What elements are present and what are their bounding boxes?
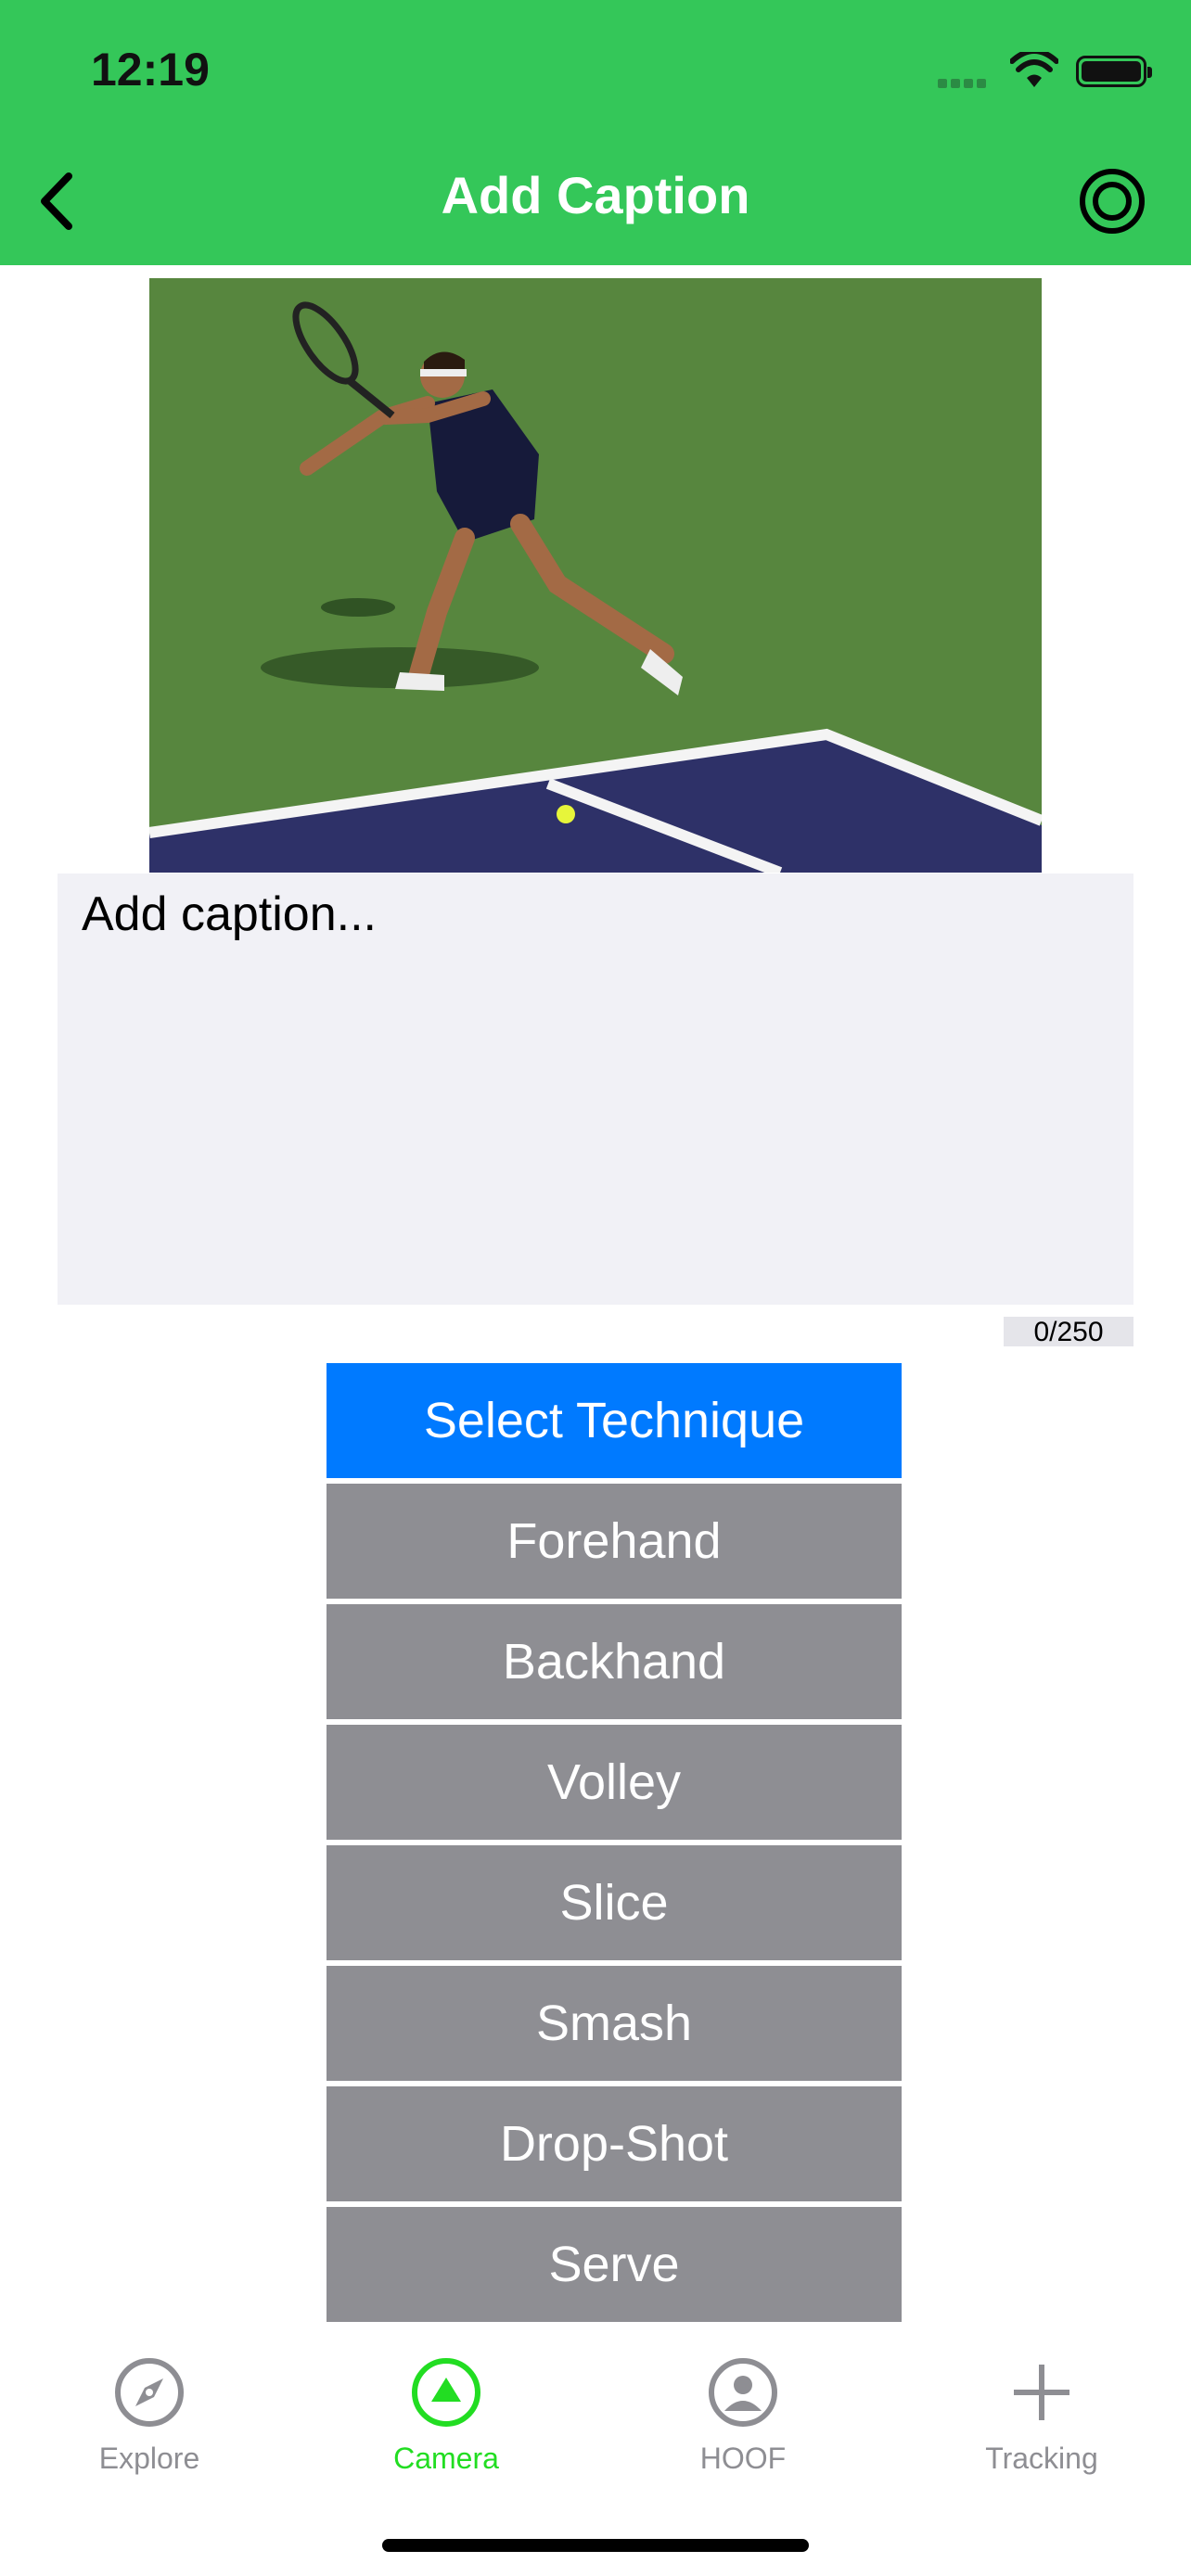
page-title: Add Caption [441, 166, 750, 224]
navigation-header: 12:19 Add Caption [0, 0, 1191, 265]
tennis-player-image [149, 278, 1042, 873]
technique-serve-button[interactable]: Serve [327, 2207, 902, 2322]
plus-icon [1014, 2365, 1069, 2420]
caption-input[interactable]: Add caption... [58, 874, 1133, 1305]
target-icon[interactable] [1078, 167, 1146, 236]
select-technique-button[interactable]: Select Technique [327, 1363, 902, 1478]
technique-volley-button[interactable]: Volley [327, 1725, 902, 1840]
tab-explore[interactable]: Explore [38, 2355, 261, 2476]
technique-forehand-button[interactable]: Forehand [327, 1484, 902, 1599]
caption-placeholder: Add caption... [82, 887, 377, 941]
technique-drop-shot-button[interactable]: Drop-Shot [327, 2086, 902, 2201]
tab-hoof[interactable]: HOOF [632, 2355, 854, 2476]
tab-camera-label: Camera [393, 2442, 499, 2475]
camera-triangle-icon [412, 2358, 480, 2427]
technique-list: Select Technique Forehand Backhand Volle… [327, 1363, 902, 2327]
battery-icon [1076, 56, 1152, 87]
technique-smash-button[interactable]: Smash [327, 1966, 902, 2081]
technique-backhand-button[interactable]: Backhand [327, 1604, 902, 1719]
compass-icon [115, 2358, 184, 2427]
tab-explore-label: Explore [98, 2442, 200, 2475]
tab-camera[interactable]: Camera [335, 2355, 557, 2476]
home-indicator [382, 2539, 809, 2552]
tab-hoof-label: HOOF [699, 2442, 787, 2475]
person-circle-icon [709, 2358, 777, 2427]
tab-tracking-label: Tracking [985, 2442, 1098, 2475]
tab-tracking[interactable]: Tracking [930, 2355, 1153, 2476]
character-counter: 0/250 [1004, 1317, 1133, 1347]
technique-slice-button[interactable]: Slice [327, 1845, 902, 1960]
status-time: 12:19 [91, 44, 210, 96]
tennis-photo [149, 278, 1042, 873]
wifi-icon [1010, 52, 1058, 87]
signal-icon [938, 76, 993, 88]
